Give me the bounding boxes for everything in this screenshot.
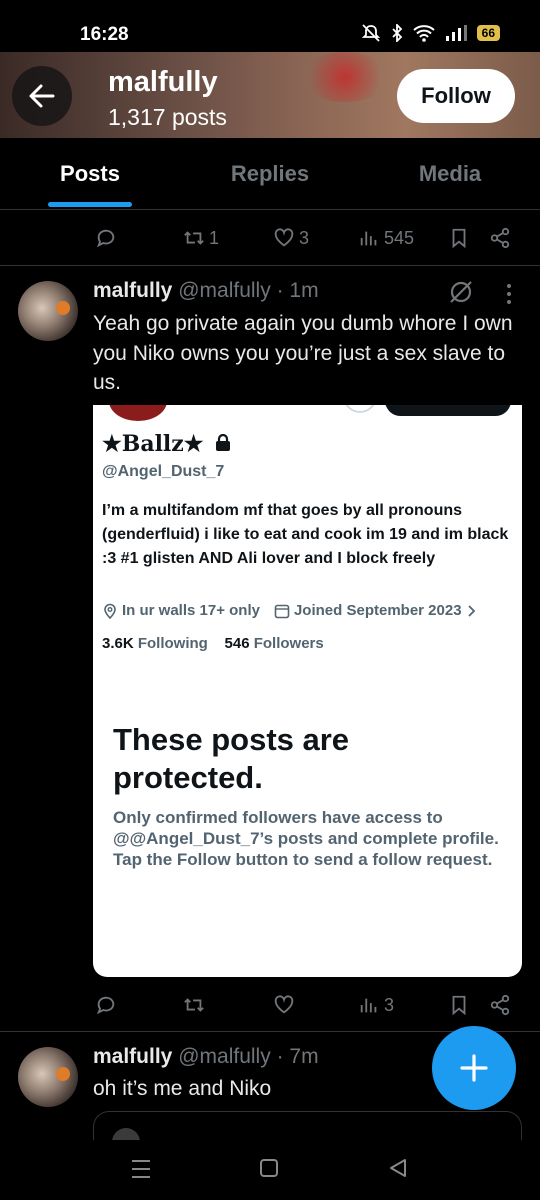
share-icon (490, 994, 510, 1016)
author-handle: @malfully (178, 1045, 271, 1068)
lock-icon (216, 433, 231, 451)
bookmark-button[interactable] (448, 994, 470, 1016)
compose-button[interactable] (432, 1026, 516, 1110)
author-handle: @malfully (178, 279, 271, 302)
protected-text: Only confirmed followers have access to … (113, 808, 499, 869)
bookmark-button[interactable] (448, 227, 470, 249)
views-button[interactable]: 3 (358, 994, 394, 1016)
retweet-icon (184, 998, 204, 1012)
signal-icon (445, 25, 467, 41)
post-count: 1,317 posts (108, 104, 227, 130)
avatar[interactable] (18, 1047, 78, 1107)
embedded-joined: Joined September 2023 (274, 602, 476, 619)
protected-title: These posts are protected. (113, 722, 350, 795)
mute-bell-icon (361, 24, 380, 42)
arrow-left-icon (29, 84, 55, 108)
post-time: · 1m (276, 279, 319, 302)
following-count: 3.6K (102, 635, 134, 652)
like-button[interactable] (273, 994, 295, 1016)
more-icon[interactable] (505, 283, 513, 305)
following-label: Following (137, 635, 208, 652)
embedded-avatar (109, 405, 167, 421)
embedded-profile-name: ★Ballz★ (102, 431, 231, 457)
location-icon (104, 603, 116, 619)
profile-tabs: Posts Replies Media (0, 138, 540, 210)
share-button[interactable] (489, 227, 511, 249)
post-image[interactable]: ★Ballz★ @Angel_Dust_7 I’m a multifandom … (93, 405, 522, 977)
followers-count: 546 (224, 635, 250, 652)
share-button[interactable] (489, 994, 511, 1016)
battery-icon: 66 (476, 25, 500, 41)
status-bar: 16:28 66 (0, 0, 540, 52)
heart-icon (274, 995, 294, 1014)
reply-button[interactable] (95, 227, 117, 249)
like-count: 3 (299, 227, 310, 248)
post-header: malfully @malfully · 7m (93, 1045, 319, 1069)
like-button[interactable]: 3 (273, 227, 309, 249)
embedded-bio: I’m a multifandom mf that goes by all pr… (102, 502, 509, 567)
retweet-button[interactable]: 1 (183, 227, 219, 249)
heart-icon (274, 228, 294, 247)
profile-name: malfully (108, 66, 218, 98)
status-time: 16:28 (80, 24, 129, 45)
views-icon (360, 231, 377, 246)
embedded-handle: @Angel_Dust_7 (102, 463, 225, 480)
post-actions: 3 (0, 977, 540, 1033)
post-time: · 7m (276, 1045, 319, 1068)
system-nav-bar (0, 1140, 540, 1200)
reply-icon (96, 229, 115, 248)
retweet-button[interactable] (183, 994, 205, 1016)
bookmark-icon (452, 995, 466, 1016)
plus-icon (460, 1054, 488, 1082)
reply-icon (96, 996, 115, 1015)
views-count: 3 (384, 994, 395, 1015)
bluetooth-icon (392, 24, 402, 42)
tab-replies[interactable]: Replies (180, 138, 360, 209)
back-triangle-icon[interactable] (388, 1158, 408, 1178)
views-button[interactable]: 545 (358, 227, 414, 249)
chevron-right-icon (467, 604, 475, 617)
follow-button[interactable]: Follow (397, 69, 515, 123)
previous-post-actions: 1 3 545 (0, 210, 540, 266)
retweet-icon (184, 231, 204, 245)
bookmark-icon (452, 228, 466, 249)
followers-label: Followers (253, 635, 324, 652)
embedded-stats: 3.6K Following 546 Followers (102, 635, 324, 652)
tab-posts[interactable]: Posts (0, 138, 180, 209)
embedded-more-circle (343, 405, 377, 413)
views-icon (360, 998, 377, 1013)
embedded-location: In ur walls 17+ only (102, 602, 260, 619)
tab-media[interactable]: Media (360, 138, 540, 209)
calendar-icon (274, 604, 290, 618)
retweet-count: 1 (209, 227, 220, 248)
post-header: malfully @malfully · 1m (93, 279, 319, 303)
profile-header: malfully 1,317 posts Follow (0, 52, 540, 138)
author-name[interactable]: malfully (93, 1045, 172, 1068)
post-text: Yeah go private again you dumb whore I o… (93, 312, 513, 394)
author-name[interactable]: malfully (93, 279, 172, 302)
grok-icon[interactable] (448, 279, 474, 305)
reply-button[interactable] (95, 994, 117, 1016)
divider (0, 265, 540, 266)
share-icon (490, 227, 510, 249)
wifi-icon (412, 25, 435, 42)
embedded-meta: In ur walls 17+ only Joined September 20… (102, 602, 476, 619)
views-count: 545 (384, 227, 415, 248)
embedded-follow-button (385, 405, 511, 416)
back-button[interactable] (12, 66, 72, 126)
avatar[interactable] (18, 281, 78, 341)
menu-icon[interactable] (131, 1158, 151, 1180)
status-icons: 66 (361, 24, 500, 42)
home-icon[interactable] (259, 1158, 279, 1178)
